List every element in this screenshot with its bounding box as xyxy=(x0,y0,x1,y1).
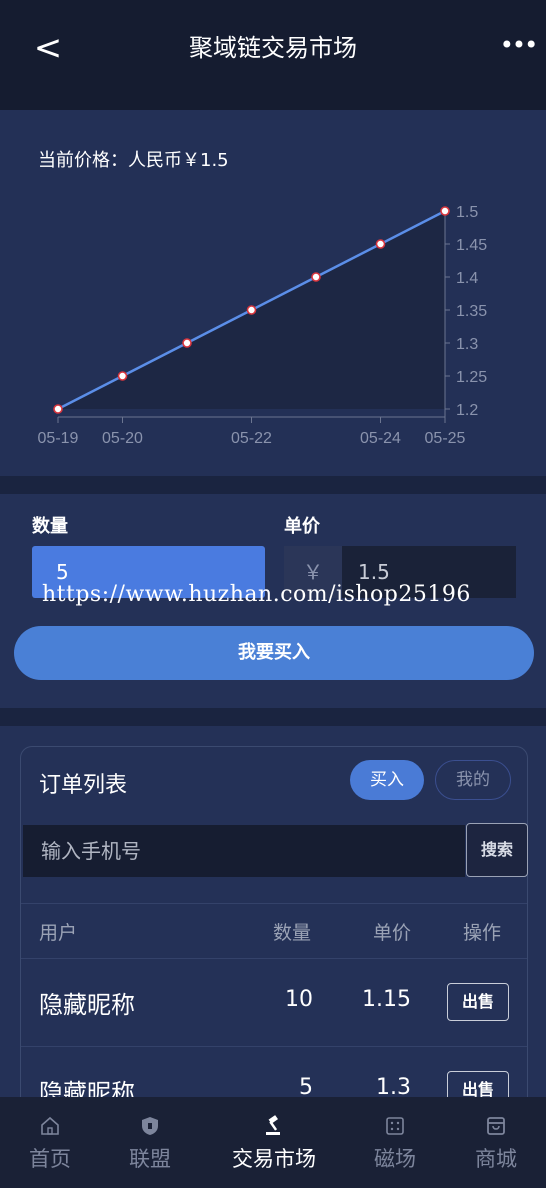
tab-label: 磁场 xyxy=(374,1147,416,1171)
row-price: 1.15 xyxy=(362,987,411,1012)
unit-price-label: 单价 xyxy=(284,516,320,537)
data-point xyxy=(117,371,128,381)
search-button[interactable]: 搜索 xyxy=(466,823,528,877)
price-line-chart: 1.2 1.25 1.3 1.35 1.4 1.45 1.5 05-19 05-20 05-22 0… xyxy=(38,204,488,447)
tab-mine[interactable]: 我的 xyxy=(435,760,511,800)
y-tick-label: 1.35 xyxy=(456,303,487,320)
tab-alliance[interactable]: 联盟 xyxy=(100,1097,200,1188)
tab-mall[interactable]: 商城 xyxy=(446,1097,546,1188)
tab-field[interactable]: 磁场 xyxy=(345,1097,445,1188)
column-action: 操作 xyxy=(463,922,502,944)
gavel-icon xyxy=(266,1115,280,1135)
bottom-tab-bar: 首页 联盟 交易市场 磁场 商城 xyxy=(0,1097,546,1188)
watermark-text: https://www.huzhan.com/ishop25196 xyxy=(42,582,471,607)
tab-label: 商城 xyxy=(475,1147,517,1171)
y-tick-label: 1.25 xyxy=(456,369,487,386)
shield-icon xyxy=(142,1117,158,1135)
y-tick-label: 1.45 xyxy=(456,237,487,254)
data-point xyxy=(440,206,450,216)
more-dots-icon[interactable]: ••• xyxy=(498,30,538,60)
home-icon xyxy=(41,1116,59,1135)
row-qty: 10 xyxy=(285,987,313,1012)
x-tick-label: 05-25 xyxy=(425,430,466,447)
price-chart-card: 当前价格：人民币￥1.5 1.2 1.25 1.3 1.35 1.4 1.45 1.5 05-… xyxy=(0,110,546,476)
data-point xyxy=(182,338,192,348)
y-tick-label: 1.4 xyxy=(456,270,478,287)
tab-label: 首页 xyxy=(29,1147,71,1171)
y-tick-label: 1.2 xyxy=(456,402,478,419)
data-point xyxy=(246,305,257,315)
x-tick-label: 05-22 xyxy=(231,430,272,447)
x-tick-label: 05-19 xyxy=(38,430,79,447)
divider xyxy=(0,476,546,494)
table-header: 用户 数量 单价 操作 xyxy=(21,903,527,959)
data-point xyxy=(53,404,63,414)
order-list-title: 订单列表 xyxy=(39,773,128,798)
column-price: 单价 xyxy=(373,922,412,944)
y-tick-label: 1.3 xyxy=(456,336,478,353)
sell-button[interactable]: 出售 xyxy=(447,983,509,1021)
top-bar: < 聚域链交易市场 ••• xyxy=(0,0,546,110)
phone-search-input[interactable]: 输入手机号 xyxy=(23,825,465,877)
tab-market[interactable]: 交易市场 xyxy=(222,1097,326,1188)
quantity-label: 数量 xyxy=(32,516,68,537)
page-title: 聚域链交易市场 xyxy=(189,34,357,62)
tab-buy[interactable]: 买入 xyxy=(350,760,424,800)
trade-form-card: 数量 单价 5 ￥ 1.5 https://www.huzhan.com/ish… xyxy=(0,494,546,708)
tab-label: 联盟 xyxy=(129,1147,171,1171)
data-point xyxy=(375,239,386,249)
table-row: 隐藏昵称 10 1.15 出售 xyxy=(21,959,527,1047)
grid-icon xyxy=(386,1117,404,1135)
divider xyxy=(0,708,546,726)
store-icon xyxy=(487,1117,505,1135)
x-tick-label: 05-24 xyxy=(360,430,401,447)
column-qty: 数量 xyxy=(273,922,312,944)
tab-home[interactable]: 首页 xyxy=(0,1097,100,1188)
x-tick-label: 05-20 xyxy=(102,430,143,447)
data-point xyxy=(311,272,321,282)
row-user: 隐藏昵称 xyxy=(39,991,135,1019)
tab-label: 交易市场 xyxy=(232,1147,316,1171)
column-user: 用户 xyxy=(39,922,78,944)
buy-button[interactable]: 我要买入 xyxy=(14,626,534,680)
y-tick-label: 1.5 xyxy=(456,204,478,221)
